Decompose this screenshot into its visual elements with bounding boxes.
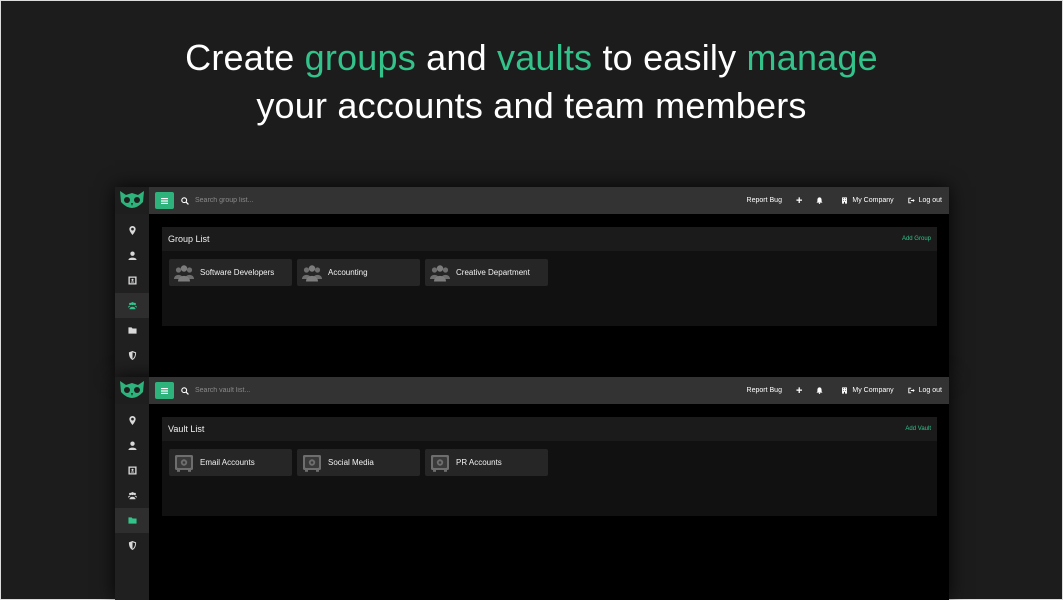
headline-line-2: your accounts and team members [256, 85, 807, 126]
headline-line-1: Create groups and vaults to easily manag… [0, 34, 1063, 82]
vault-icon [431, 454, 449, 472]
logout-label: Log out [918, 387, 942, 394]
headline-text: to easily [592, 37, 747, 78]
notifications-button[interactable] [816, 197, 827, 204]
owl-logo-icon[interactable] [115, 377, 149, 404]
card-label: Email Accounts [200, 458, 255, 467]
sidebar-item-vaults[interactable] [115, 318, 149, 343]
logout-button[interactable]: Log out [907, 387, 942, 394]
location-pin-icon [128, 226, 136, 235]
company-label: My Company [852, 197, 894, 204]
card-label: Accounting [328, 268, 368, 277]
panel-header: Group List Add Group [162, 227, 937, 251]
sidebar [115, 377, 149, 600]
sidebar-item-groups[interactable] [115, 483, 149, 508]
owl-logo-icon[interactable] [115, 187, 149, 214]
bell-icon [816, 387, 823, 394]
headline: Create groups and vaults to easily manag… [0, 34, 1063, 130]
group-card-software-developers[interactable]: Software Developers [169, 259, 292, 286]
card-label: Social Media [328, 458, 374, 467]
group-icon [302, 264, 322, 281]
id-card-icon [127, 466, 137, 475]
group-card-accounting[interactable]: Accounting [297, 259, 420, 286]
vaults-app-window: Report Bug + My Company Log out Vault Li… [115, 377, 949, 600]
building-icon [842, 387, 848, 394]
groups-app-window: Report Bug + My Company Log out Group Li… [115, 187, 949, 377]
folder-icon [127, 517, 137, 524]
vault-icon [303, 454, 321, 472]
users-icon [127, 492, 137, 500]
users-icon [127, 302, 137, 310]
sidebar-item-accounts[interactable] [115, 458, 149, 483]
topbar: Report Bug + My Company Log out [149, 187, 949, 214]
sidebar-item-groups[interactable] [115, 293, 149, 318]
report-bug-button[interactable]: Report Bug [747, 197, 782, 204]
user-icon [127, 251, 137, 260]
vault-list-panel: Vault List Add Vault Email Accounts Soci… [162, 417, 937, 516]
sidebar-item-profile[interactable] [115, 433, 149, 458]
hamburger-icon [161, 387, 168, 394]
sidebar-item-security[interactable] [115, 533, 149, 558]
menu-toggle-button[interactable] [155, 382, 174, 399]
panel-header: Vault List Add Vault [162, 417, 937, 441]
group-icon [430, 264, 450, 281]
headline-accent-groups: groups [304, 37, 416, 78]
logout-button[interactable]: Log out [907, 197, 942, 204]
search-input[interactable] [193, 386, 497, 395]
sidebar-item-accounts[interactable] [115, 268, 149, 293]
headline-accent-vaults: vaults [497, 37, 593, 78]
company-menu[interactable]: My Company [841, 197, 894, 204]
panel-title: Vault List [168, 424, 205, 434]
group-list-panel: Group List Add Group Software Developers… [162, 227, 937, 326]
vault-card-pr-accounts[interactable]: PR Accounts [425, 449, 548, 476]
folder-icon [127, 327, 137, 334]
add-button[interactable]: + [796, 195, 802, 207]
search-icon [181, 196, 189, 205]
company-label: My Company [852, 387, 894, 394]
topbar: Report Bug + My Company Log out [149, 377, 949, 404]
id-card-icon [127, 276, 137, 285]
add-button[interactable]: + [796, 385, 802, 397]
card-label: Creative Department [456, 268, 530, 277]
sidebar-item-location[interactable] [115, 408, 149, 433]
headline-text: and [415, 37, 497, 78]
logout-icon [907, 197, 915, 204]
user-icon [127, 441, 137, 450]
vault-card-email-accounts[interactable]: Email Accounts [169, 449, 292, 476]
add-group-button[interactable]: Add Group [902, 236, 931, 242]
sidebar-item-location[interactable] [115, 218, 149, 243]
card-label: PR Accounts [456, 458, 502, 467]
company-menu[interactable]: My Company [841, 387, 894, 394]
add-vault-button[interactable]: Add Vault [905, 426, 931, 432]
search-input[interactable] [193, 196, 497, 205]
group-card-creative-department[interactable]: Creative Department [425, 259, 548, 286]
vault-cards: Email Accounts Social Media PR Accounts [162, 441, 937, 484]
card-label: Software Developers [200, 268, 275, 277]
search-icon [181, 386, 189, 395]
shield-icon [128, 351, 136, 360]
sidebar-item-security[interactable] [115, 343, 149, 368]
shield-icon [128, 541, 136, 550]
group-cards: Software Developers Accounting Creative … [162, 251, 937, 294]
logout-icon [907, 387, 915, 394]
notifications-button[interactable] [816, 387, 827, 394]
headline-accent-manage: manage [746, 37, 878, 78]
location-pin-icon [128, 416, 136, 425]
panel-title: Group List [168, 234, 210, 244]
vault-card-social-media[interactable]: Social Media [297, 449, 420, 476]
sidebar-item-vaults[interactable] [115, 508, 149, 533]
report-bug-button[interactable]: Report Bug [747, 387, 782, 394]
hamburger-icon [161, 197, 168, 204]
bell-icon [816, 197, 823, 204]
vault-icon [175, 454, 193, 472]
sidebar-item-profile[interactable] [115, 243, 149, 268]
group-icon [174, 264, 194, 281]
building-icon [842, 197, 848, 204]
sidebar [115, 187, 149, 377]
menu-toggle-button[interactable] [155, 192, 174, 209]
headline-text: Create [185, 37, 305, 78]
logout-label: Log out [918, 197, 942, 204]
